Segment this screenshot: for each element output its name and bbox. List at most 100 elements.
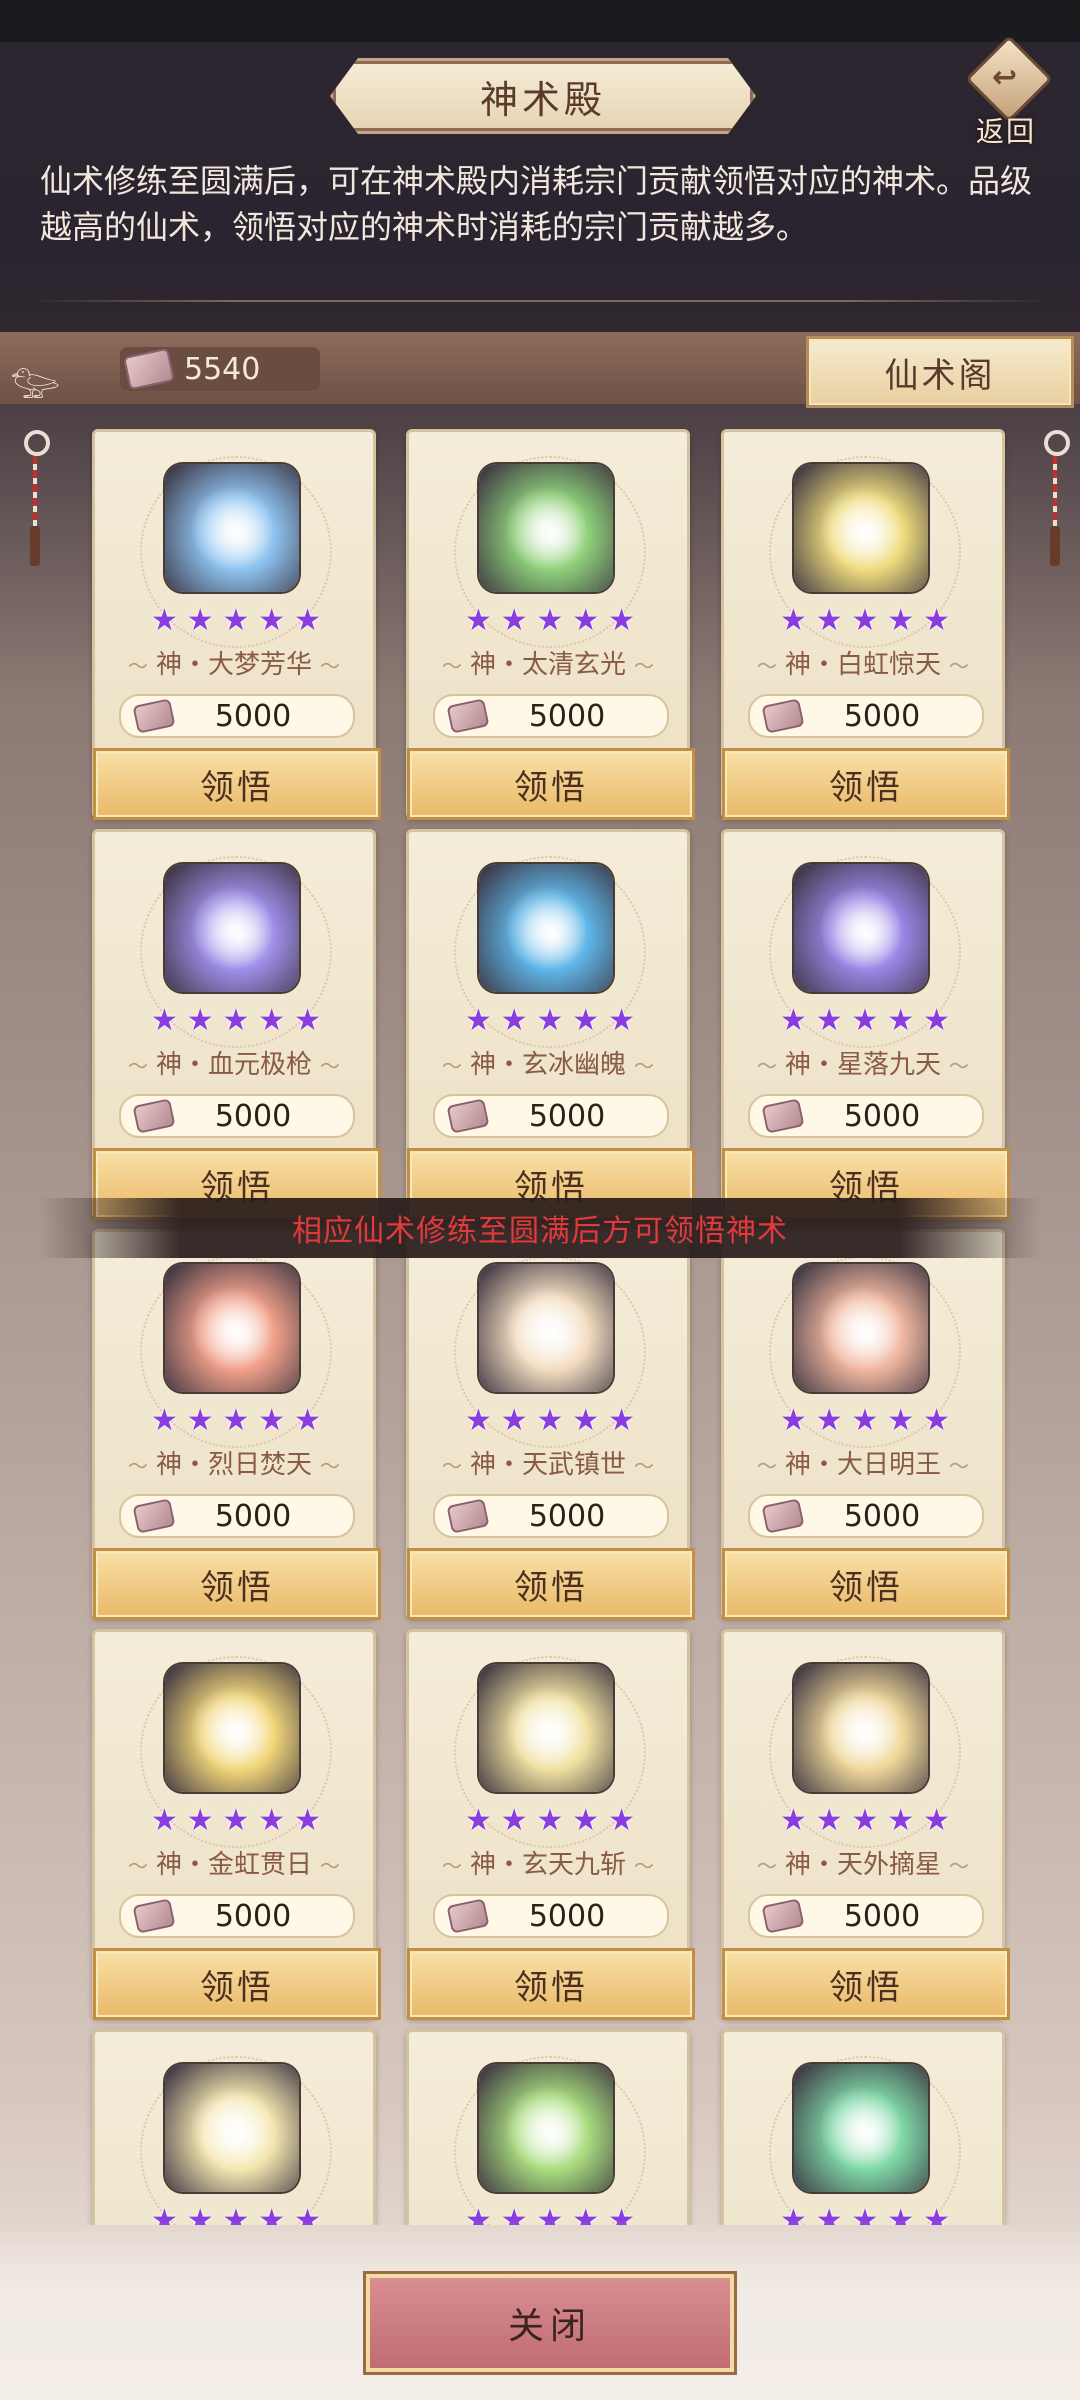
skill-card: ★ ★ ★ ★ ★ xyxy=(92,2029,376,2225)
star-icon: ★ xyxy=(151,1803,178,1838)
cost-value: 5000 xyxy=(214,698,292,734)
star-icon: ★ xyxy=(465,1803,492,1838)
star-icon: ★ xyxy=(186,1803,214,1838)
star-icon: ★ xyxy=(222,603,250,638)
star-icon: ★ xyxy=(887,1003,915,1038)
star-rating: ★ ★ ★ ★ ★ xyxy=(465,1404,635,1438)
skill-name: 神・天外摘星 xyxy=(724,1844,1002,1881)
learn-button[interactable]: 领悟 xyxy=(722,748,1010,820)
skill-name: 神・大日明王 xyxy=(724,1444,1002,1481)
star-icon: ★ xyxy=(923,1803,950,1838)
skill-icon xyxy=(479,1664,613,1792)
cost-value: 5000 xyxy=(528,698,606,734)
skill-name: 神・玄天九斩 xyxy=(409,1844,687,1881)
star-icon: ★ xyxy=(887,603,915,638)
skill-card: ★★★★★神・白虹惊天5000领悟 xyxy=(721,429,1010,820)
skill-card: ★★★★★神・玄冰幽魄5000领悟 xyxy=(406,829,695,1220)
star-icon: ★ xyxy=(608,603,635,638)
skill-name: 神・天武镇世 xyxy=(409,1444,687,1481)
learn-button[interactable]: 领悟 xyxy=(93,1948,381,2020)
star-icon: ★ xyxy=(258,1403,286,1438)
star-icon: ★ xyxy=(851,1803,879,1838)
contribution-token-icon xyxy=(132,1898,176,1934)
star-icon: ★ xyxy=(465,1003,492,1038)
cost-value: 5000 xyxy=(843,698,921,734)
back-arrow-icon: ↩ xyxy=(992,60,1018,95)
star-icon: ★ xyxy=(780,1003,807,1038)
learn-button[interactable]: 领悟 xyxy=(407,1948,695,2020)
star-rating: ★ ★ ★ ★ ★ xyxy=(151,1804,321,1838)
contribution-token-icon xyxy=(761,698,805,734)
contribution-token-icon xyxy=(761,1098,805,1134)
star-icon: ★ xyxy=(500,603,528,638)
star-icon: ★ xyxy=(815,1803,843,1838)
cost-value: 5000 xyxy=(214,1098,292,1134)
learn-button[interactable]: 领悟 xyxy=(407,748,695,820)
title-plate: 神术殿 xyxy=(330,58,756,134)
skill-card: ★★★★★神・烈日焚天5000领悟 xyxy=(92,1229,381,1620)
star-icon: ★ xyxy=(780,1403,807,1438)
skill-card: ★★★★★神・大日明王5000领悟 xyxy=(721,1229,1010,1620)
skill-card: ★★★★★神・血元极枪5000领悟 xyxy=(92,829,381,1220)
star-icon: ★ xyxy=(536,1803,564,1838)
back-button[interactable]: ↩ 返回 xyxy=(958,35,1058,148)
cost-display: 5000 xyxy=(433,1894,669,1938)
toast-message: 相应仙术修练至圆满后方可领悟神术 xyxy=(40,1198,1040,1258)
currency-display: 5540 xyxy=(120,347,320,391)
star-icon: ★ xyxy=(536,1003,564,1038)
star-icon: ★ xyxy=(294,1403,321,1438)
star-icon: ★ xyxy=(780,1803,807,1838)
skill-name: 神・血元极枪 xyxy=(95,1044,373,1081)
cost-display: 5000 xyxy=(119,694,355,738)
crane-icon: 𓅰 xyxy=(10,359,61,408)
star-icon: ★ xyxy=(465,1403,492,1438)
skill-card: ★★★★★神・天外摘星5000领悟 xyxy=(721,1629,1010,2020)
star-icon: ★ xyxy=(222,1003,250,1038)
star-icon: ★ xyxy=(294,1803,321,1838)
star-icon: ★ xyxy=(815,1003,843,1038)
star-icon: ★ xyxy=(815,1403,843,1438)
cost-value: 5000 xyxy=(843,1898,921,1934)
skill-icon xyxy=(479,464,613,592)
skill-card: ★★★★★神・星落九天5000领悟 xyxy=(721,829,1010,1220)
skill-card: ★ ★ ★ ★ ★ xyxy=(406,2029,690,2225)
contribution-token-icon xyxy=(761,1898,805,1934)
cost-value: 5000 xyxy=(843,1498,921,1534)
status-bar xyxy=(0,0,1080,42)
back-label: 返回 xyxy=(976,115,1037,148)
learn-button[interactable]: 领悟 xyxy=(93,1548,381,1620)
star-icon: ★ xyxy=(500,1803,528,1838)
cost-value: 5000 xyxy=(528,1498,606,1534)
skill-name: 神・玄冰幽魄 xyxy=(409,1044,687,1081)
star-icon: ★ xyxy=(294,603,321,638)
skill-card: ★★★★★神・大梦芳华5000领悟 xyxy=(92,429,381,820)
cost-display: 5000 xyxy=(433,1094,669,1138)
close-button[interactable]: 关闭 xyxy=(366,2274,734,2372)
learn-button[interactable]: 领悟 xyxy=(722,1548,1010,1620)
star-icon: ★ xyxy=(151,1403,178,1438)
star-rating: ★ ★ ★ ★ ★ xyxy=(465,604,635,638)
star-icon: ★ xyxy=(186,1403,214,1438)
skill-icon xyxy=(794,1264,928,1392)
star-icon: ★ xyxy=(923,1403,950,1438)
star-icon: ★ xyxy=(186,603,214,638)
learn-button[interactable]: 领悟 xyxy=(722,1948,1010,2020)
star-icon: ★ xyxy=(572,1403,600,1438)
cost-display: 5000 xyxy=(748,1094,984,1138)
contribution-token-icon xyxy=(446,698,490,734)
cost-display: 5000 xyxy=(433,1494,669,1538)
star-icon: ★ xyxy=(222,1803,250,1838)
star-icon: ★ xyxy=(500,1003,528,1038)
cost-display: 5000 xyxy=(748,1494,984,1538)
cost-display: 5000 xyxy=(433,694,669,738)
skill-icon xyxy=(794,864,928,992)
skill-name: 神・星落九天 xyxy=(724,1044,1002,1081)
star-icon: ★ xyxy=(186,1003,214,1038)
cost-display: 5000 xyxy=(119,1894,355,1938)
pavilion-button[interactable]: 仙术阁 xyxy=(806,336,1074,408)
learn-button[interactable]: 领悟 xyxy=(407,1548,695,1620)
skill-name: 神・白虹惊天 xyxy=(724,644,1002,681)
learn-button[interactable]: 领悟 xyxy=(93,748,381,820)
star-rating: ★ ★ ★ ★ ★ xyxy=(465,1804,635,1838)
star-rating: ★ ★ ★ ★ ★ xyxy=(151,1004,321,1038)
